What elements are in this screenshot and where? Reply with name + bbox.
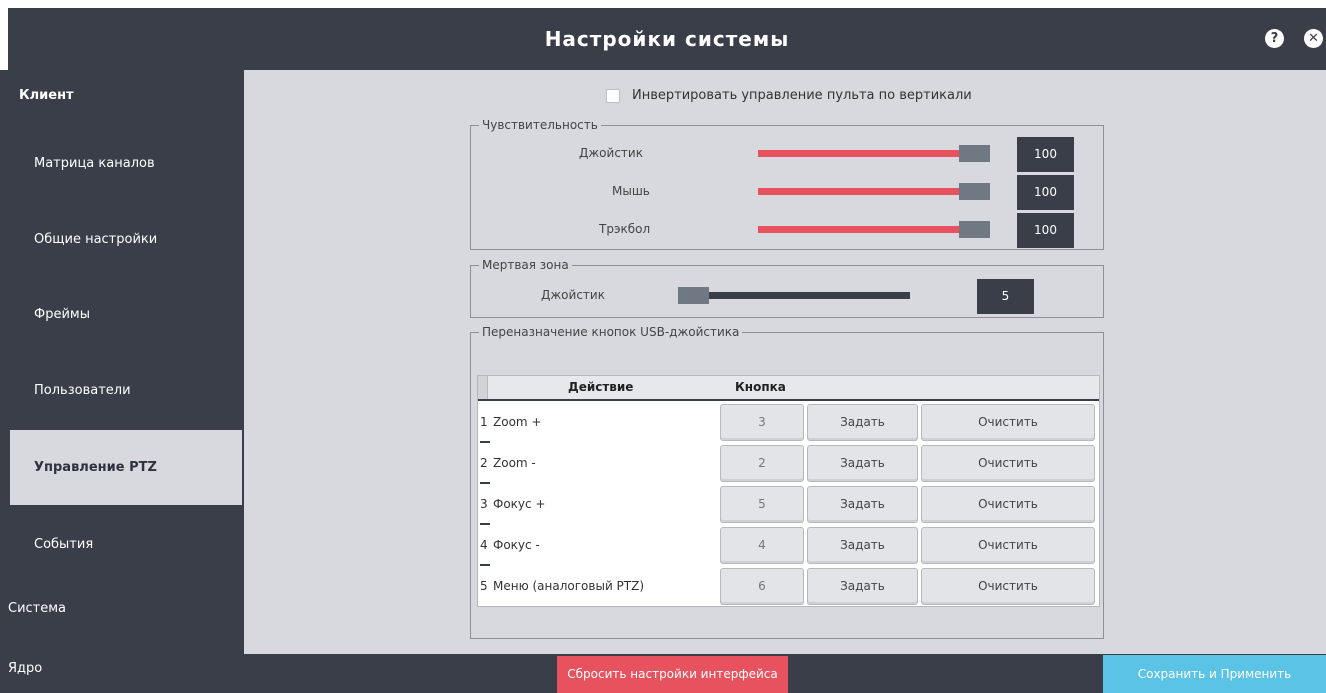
- close-icon[interactable]: ✕: [1304, 29, 1323, 48]
- row-button-value[interactable]: 3: [720, 404, 804, 441]
- row-number: 1: [480, 415, 488, 429]
- set-button[interactable]: Задать: [807, 486, 918, 523]
- sens-mouse-slider[interactable]: [758, 183, 990, 200]
- slider-handle[interactable]: [959, 145, 990, 162]
- table-row[interactable]: 4 Фокус - 4 Задать Очистить: [478, 525, 1099, 566]
- reset-interface-button[interactable]: Сбросить настройки интерфейса: [557, 656, 788, 693]
- row-action: Меню (аналоговый PTZ): [493, 579, 645, 593]
- invert-vertical-label: Инвертировать управление пульта по верти…: [632, 88, 972, 103]
- sens-joystick-label: Джойстик: [579, 146, 643, 160]
- sens-joystick-value[interactable]: 100: [1017, 137, 1074, 172]
- settings-panel: Инвертировать управление пульта по верти…: [244, 70, 1326, 654]
- set-button[interactable]: Задать: [807, 568, 918, 605]
- sidebar-section-client[interactable]: Клиент: [0, 88, 244, 103]
- sens-trackball-slider[interactable]: [758, 221, 990, 238]
- slider-fill: [758, 188, 975, 195]
- clear-button[interactable]: Очистить: [921, 404, 1095, 441]
- remap-table-header: Действие Кнопка: [478, 376, 1099, 401]
- col-action-header[interactable]: Действие: [568, 376, 633, 399]
- sens-mouse-value[interactable]: 100: [1017, 175, 1074, 210]
- sidebar-item-channel-matrix[interactable]: Матрица каналов: [0, 156, 244, 171]
- set-button[interactable]: Задать: [807, 404, 918, 441]
- col-button-header[interactable]: Кнопка: [735, 376, 786, 399]
- clear-button[interactable]: Очистить: [921, 527, 1095, 564]
- sidebar-item-frames[interactable]: Фреймы: [0, 307, 244, 322]
- sens-trackball-label: Трэкбол: [599, 222, 651, 236]
- row-button-value[interactable]: 2: [720, 445, 804, 482]
- sidebar: Клиент Матрица каналов Общие настройки Ф…: [0, 70, 244, 693]
- row-button-value[interactable]: 5: [720, 486, 804, 523]
- sidebar-section-core[interactable]: Ядро: [0, 661, 244, 676]
- table-row[interactable]: 3 Фокус + 5 Задать Очистить: [478, 484, 1099, 525]
- slider-handle[interactable]: [959, 221, 990, 238]
- sidebar-item-users[interactable]: Пользователи: [0, 383, 244, 398]
- set-button[interactable]: Задать: [807, 527, 918, 564]
- row-button-value[interactable]: 6: [720, 568, 804, 605]
- sidebar-item-general-settings[interactable]: Общие настройки: [0, 232, 244, 247]
- save-apply-button[interactable]: Сохранить и Применить: [1103, 655, 1326, 693]
- sidebar-item-ptz-control[interactable]: Управление PTZ: [10, 430, 242, 505]
- row-button-value[interactable]: 4: [720, 527, 804, 564]
- table-row[interactable]: 5 Меню (аналоговый PTZ) 6 Задать Очистит…: [478, 566, 1099, 607]
- slider-fill: [758, 226, 975, 233]
- table-row[interactable]: 1 Zoom + 3 Задать Очистить: [478, 402, 1099, 443]
- set-button[interactable]: Задать: [807, 445, 918, 482]
- remap-table: Действие Кнопка 1 Zoom + 3 Задать Очисти…: [477, 375, 1100, 607]
- row-number: 2: [480, 456, 488, 470]
- sidebar-section-system[interactable]: Система: [0, 601, 244, 616]
- row-action: Фокус -: [493, 538, 540, 552]
- sensitivity-legend: Чувствительность: [482, 118, 598, 132]
- row-number: 3: [480, 497, 488, 511]
- remap-legend: Переназначение кнопок USB-джойстика: [482, 325, 740, 339]
- deadzone-joystick-label: Джойстик: [541, 288, 605, 302]
- deadzone-legend: Мертвая зона: [482, 258, 569, 272]
- row-number: 4: [480, 538, 488, 552]
- row-action: Zoom -: [493, 456, 536, 470]
- row-number: 5: [480, 579, 488, 593]
- slider-handle[interactable]: [678, 287, 709, 304]
- deadzone-joystick-value[interactable]: 5: [977, 279, 1034, 314]
- clear-button[interactable]: Очистить: [921, 568, 1095, 605]
- sidebar-item-events[interactable]: События: [0, 537, 244, 552]
- invert-vertical-option[interactable]: Инвертировать управление пульта по верти…: [606, 88, 972, 103]
- clear-button[interactable]: Очистить: [921, 445, 1095, 482]
- slider-fill: [758, 150, 975, 157]
- clear-button[interactable]: Очистить: [921, 486, 1095, 523]
- table-corner: [478, 376, 488, 399]
- sens-joystick-slider[interactable]: [758, 145, 990, 162]
- row-action: Zoom +: [493, 415, 542, 429]
- table-row[interactable]: 2 Zoom - 2 Задать Очистить: [478, 443, 1099, 484]
- deadzone-joystick-slider[interactable]: [678, 287, 910, 304]
- title-bar: Настройки системы ? ✕: [8, 8, 1326, 70]
- invert-vertical-checkbox[interactable]: [606, 88, 620, 103]
- sens-mouse-label: Мышь: [612, 184, 650, 198]
- row-action: Фокус +: [493, 497, 546, 511]
- slider-handle[interactable]: [959, 183, 990, 200]
- help-icon[interactable]: ?: [1265, 29, 1284, 48]
- sens-trackball-value[interactable]: 100: [1017, 213, 1074, 248]
- window-title: Настройки системы: [544, 27, 790, 51]
